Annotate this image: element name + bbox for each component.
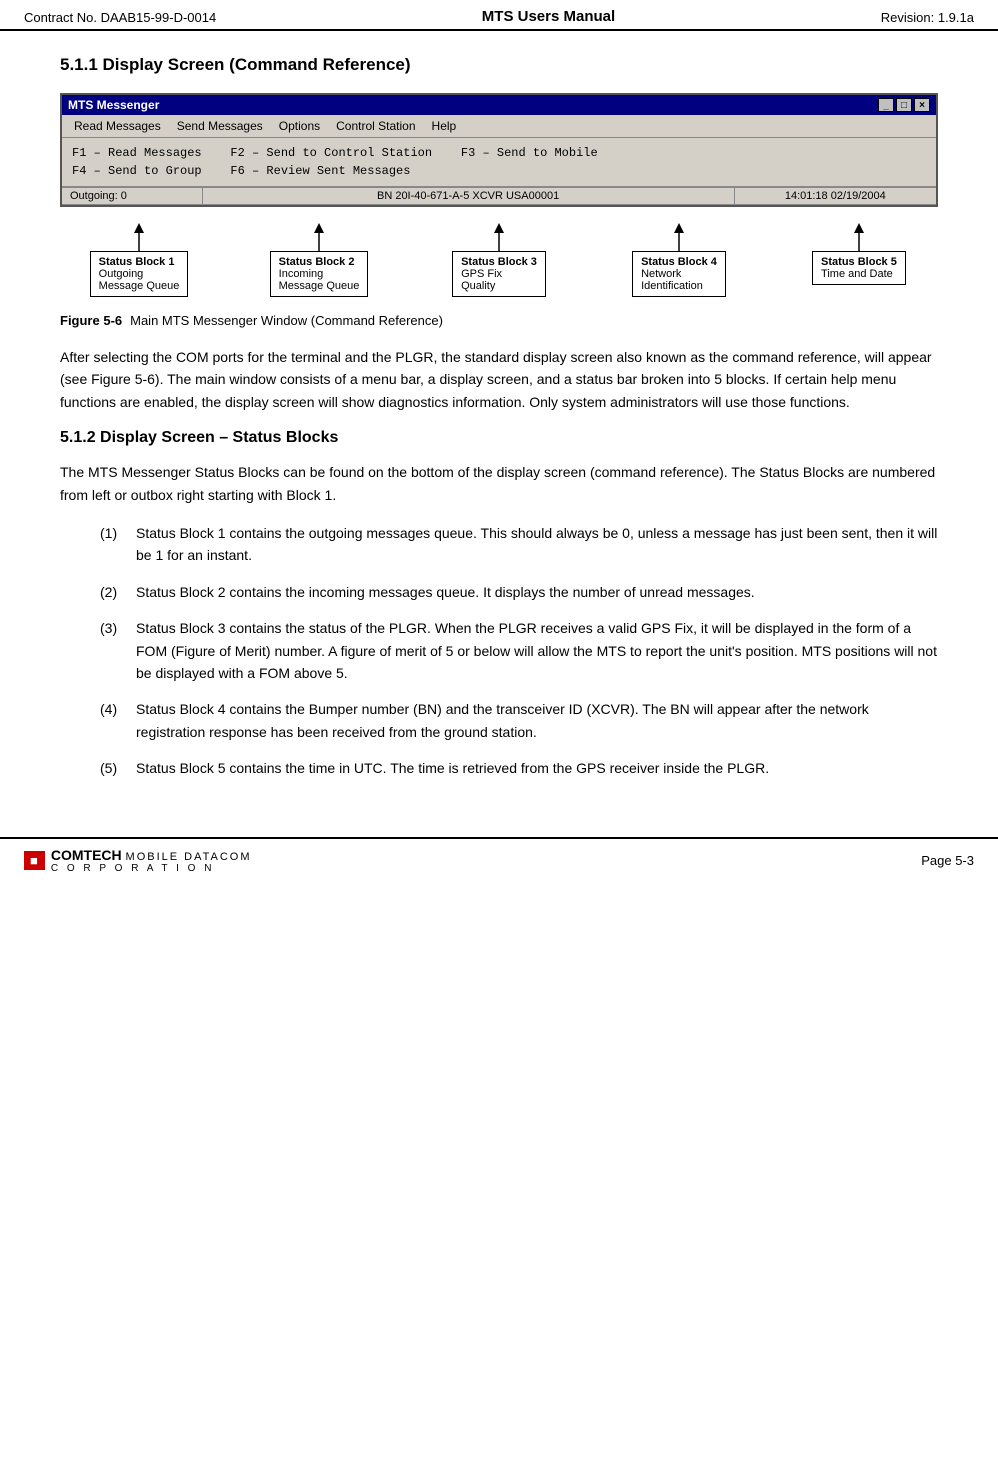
logo-box: ■ xyxy=(24,851,45,870)
page-footer: ■ COMTECH MOBILE DATACOM C O R P O R A T… xyxy=(0,837,998,882)
label-title-4: Status Block 4 xyxy=(641,256,717,268)
arrow-block2 xyxy=(307,223,331,251)
label-line2-1: Message Queue xyxy=(99,280,180,292)
revision: Revision: 1.9.1a xyxy=(881,10,974,25)
subsection-heading: 5.1.2 Display Screen – Status Blocks xyxy=(60,429,938,447)
list-text-3: Status Block 3 contains the status of th… xyxy=(136,617,938,684)
list-item-4: (4) Status Block 4 contains the Bumper nu… xyxy=(100,698,938,743)
label-line2-3: Quality xyxy=(461,280,495,292)
list-text-2: Status Block 2 contains the incoming mes… xyxy=(136,581,755,603)
list-item-5: (5) Status Block 5 contains the time in U… xyxy=(100,757,938,779)
list-num-1: (1) xyxy=(100,522,128,567)
figure-caption: Figure 5-6 Main MTS Messenger Window (Co… xyxy=(60,313,938,328)
menu-options[interactable]: Options xyxy=(271,117,328,135)
list-num-5: (5) xyxy=(100,757,128,779)
label-block5: Status Block 5 Time and Date xyxy=(780,223,938,297)
label-block3: Status Block 3 GPS Fix Quality xyxy=(420,223,578,297)
diagram-area: MTS Messenger _ □ × Read Messages Send M… xyxy=(60,93,938,297)
label-block4: Status Block 4 Network Identification xyxy=(600,223,758,297)
label-line1-4: Network xyxy=(641,268,681,280)
sub-paragraph: The MTS Messenger Status Blocks can be f… xyxy=(60,461,938,506)
page-number: Page 5-3 xyxy=(921,853,974,868)
list-num-2: (2) xyxy=(100,581,128,603)
status-block-labels: Status Block 1 Outgoing Message Queue St… xyxy=(60,223,938,297)
list-text-4: Status Block 4 contains the Bumper numbe… xyxy=(136,698,938,743)
time-display: 14:01:18 02/19/2004 xyxy=(735,188,936,204)
section-heading: 5.1.1 Display Screen (Command Reference) xyxy=(60,55,938,75)
page-header: Contract No. DAAB15-99-D-0014 MTS Users … xyxy=(0,0,998,31)
label-title-2: Status Block 2 xyxy=(279,256,360,268)
mts-info-bar: Outgoing: 0 BN 20I-40-671-A-5 XCVR USA00… xyxy=(62,187,936,205)
list-item-3: (3) Status Block 3 contains the status of… xyxy=(100,617,938,684)
status-label-box-3: Status Block 3 GPS Fix Quality xyxy=(452,251,546,297)
titlebar-controls: _ □ × xyxy=(878,98,930,112)
page-content: 5.1.1 Display Screen (Command Reference)… xyxy=(0,31,998,817)
close-button[interactable]: × xyxy=(914,98,930,112)
statusbar-text: BN 20I-40-671-A-5 XCVR USA00001 xyxy=(377,190,559,202)
arrow-block3 xyxy=(487,223,511,251)
outgoing-value: Outgoing: 0 xyxy=(70,190,127,202)
label-line1-5: Time and Date xyxy=(821,268,893,280)
body-paragraph: After selecting the COM ports for the te… xyxy=(60,346,938,413)
arrow-block1 xyxy=(127,223,151,251)
mts-menubar: Read Messages Send Messages Options Cont… xyxy=(62,115,936,138)
manual-title: MTS Users Manual xyxy=(482,8,615,25)
list-num-4: (4) xyxy=(100,698,128,743)
menu-send-messages[interactable]: Send Messages xyxy=(169,117,271,135)
label-line2-4: Identification xyxy=(641,280,703,292)
status-label-box-4: Status Block 4 Network Identification xyxy=(632,251,726,297)
figure-caption-text: Main MTS Messenger Window (Command Refer… xyxy=(130,313,443,328)
label-line2-2: Message Queue xyxy=(279,280,360,292)
mts-title: MTS Messenger xyxy=(68,98,159,112)
label-title-1: Status Block 1 xyxy=(99,256,180,268)
statusbar-time: 14:01:18 02/19/2004 xyxy=(785,190,886,202)
menu-control-station[interactable]: Control Station xyxy=(328,117,423,135)
contract-number: Contract No. DAAB15-99-D-0014 xyxy=(24,10,216,25)
label-block2: Status Block 2 Incoming Message Queue xyxy=(240,223,398,297)
mts-titlebar: MTS Messenger _ □ × xyxy=(62,95,936,115)
logo-text: ■ xyxy=(30,853,39,868)
label-title-3: Status Block 3 xyxy=(461,256,537,268)
label-line1-3: GPS Fix xyxy=(461,268,502,280)
list-num-3: (3) xyxy=(100,617,128,684)
arrow-block4 xyxy=(667,223,691,251)
label-block1: Status Block 1 Outgoing Message Queue xyxy=(60,223,218,297)
maximize-button[interactable]: □ xyxy=(896,98,912,112)
footer-logo: ■ COMTECH MOBILE DATACOM C O R P O R A T… xyxy=(24,847,252,874)
minimize-button[interactable]: _ xyxy=(878,98,894,112)
outgoing-status: Outgoing: 0 xyxy=(62,188,203,204)
list-item-2: (2) Status Block 2 contains the incoming … xyxy=(100,581,938,603)
mts-window: MTS Messenger _ □ × Read Messages Send M… xyxy=(60,93,938,207)
menu-read-messages[interactable]: Read Messages xyxy=(66,117,169,135)
figure-number: Figure 5-6 xyxy=(60,313,122,328)
list-text-1: Status Block 1 contains the outgoing mes… xyxy=(136,522,938,567)
shortcut-line-1: F1 – Read Messages F2 – Send to Control … xyxy=(72,144,926,162)
status-label-box-5: Status Block 5 Time and Date xyxy=(812,251,906,285)
menu-help[interactable]: Help xyxy=(424,117,465,135)
label-title-5: Status Block 5 xyxy=(821,256,897,268)
label-line1-2: Incoming xyxy=(279,268,324,280)
label-line1-1: Outgoing xyxy=(99,268,144,280)
arrow-block5 xyxy=(847,223,871,251)
status-label-box-1: Status Block 1 Outgoing Message Queue xyxy=(90,251,189,297)
list-item-1: (1) Status Block 1 contains the outgoing … xyxy=(100,522,938,567)
status-label-box-2: Status Block 2 Incoming Message Queue xyxy=(270,251,369,297)
bn-xcvr-display: BN 20I-40-671-A-5 XCVR USA00001 xyxy=(203,188,735,204)
numbered-list: (1) Status Block 1 contains the outgoing … xyxy=(100,522,938,780)
shortcut-line-2: F4 – Send to Group F6 – Review Sent Mess… xyxy=(72,162,926,180)
list-text-5: Status Block 5 contains the time in UTC.… xyxy=(136,757,769,779)
comtech-label: COMTECH MOBILE DATACOM xyxy=(51,847,252,863)
mts-shortcut-area: F1 – Read Messages F2 – Send to Control … xyxy=(62,138,936,187)
corporation-label: C O R P O R A T I O N xyxy=(51,863,252,874)
company-info: COMTECH MOBILE DATACOM C O R P O R A T I… xyxy=(51,847,252,874)
